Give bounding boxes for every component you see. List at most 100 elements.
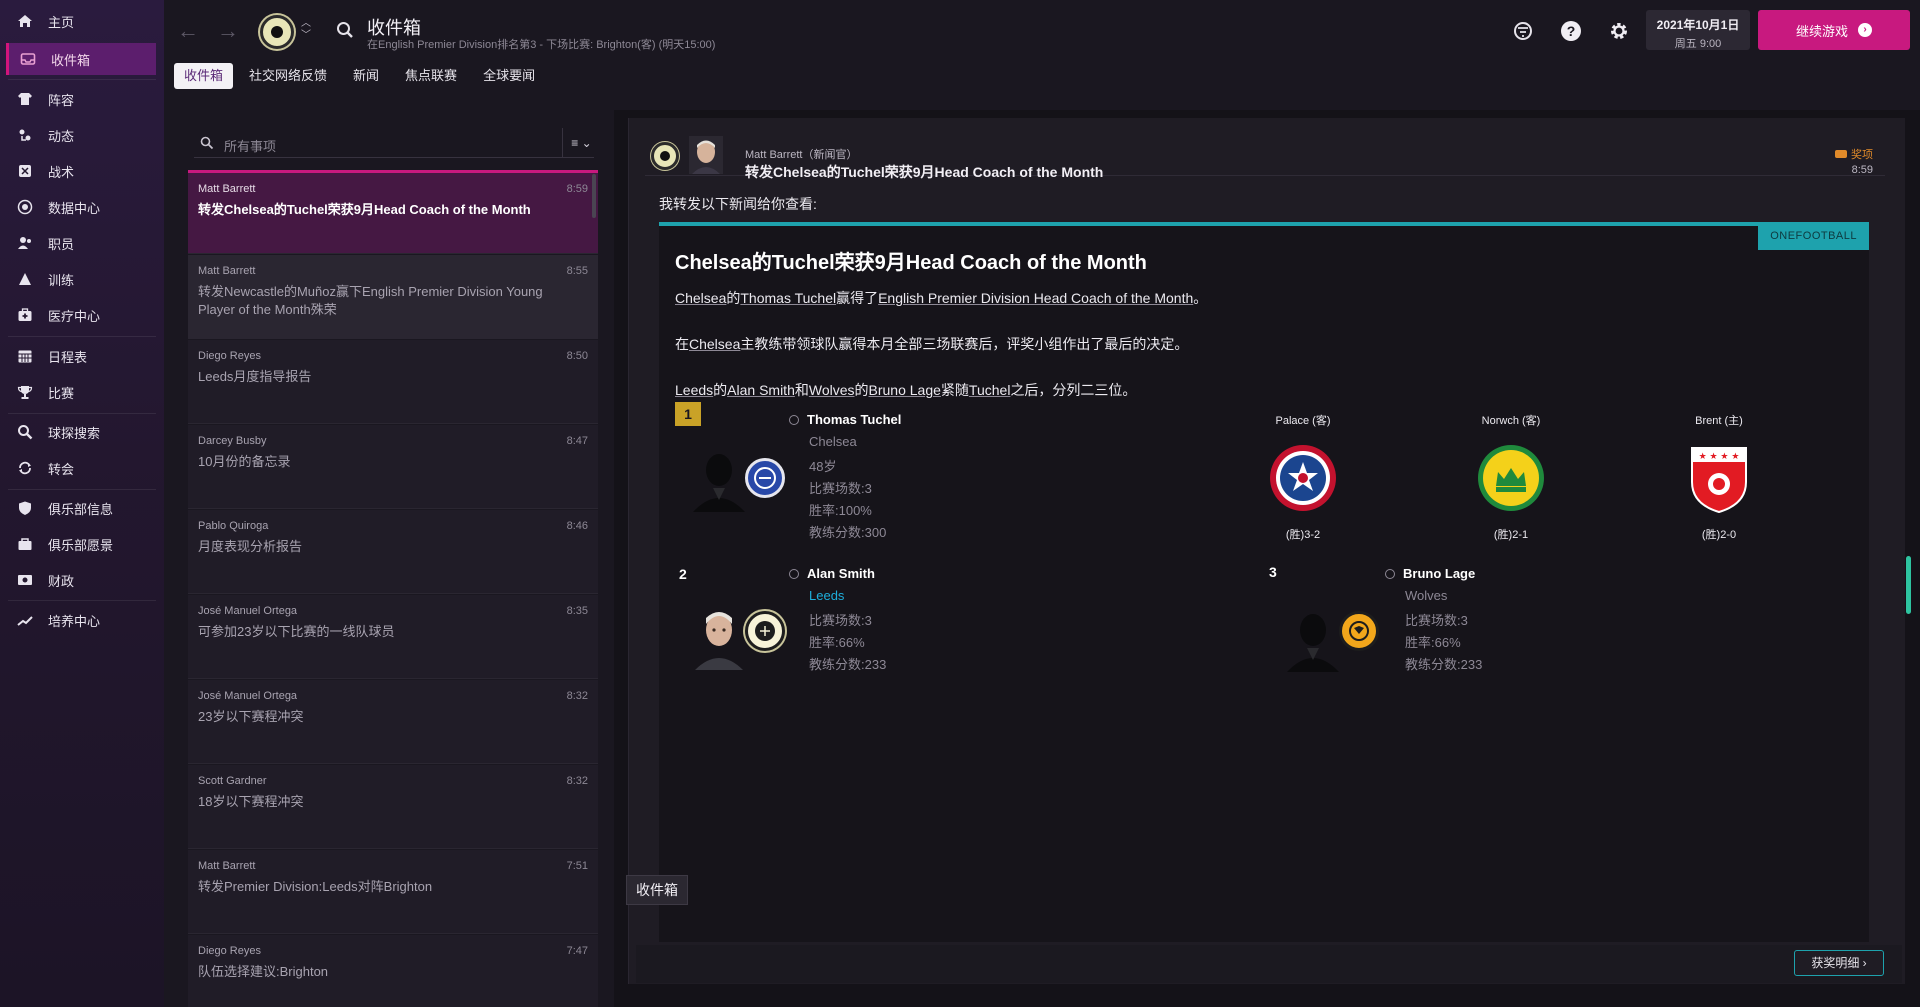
coach-club[interactable]: Chelsea [809,434,857,449]
coach-portrait[interactable] [689,606,749,670]
detail-scrollbar[interactable] [1906,556,1911,614]
sidebar-item-club-vision[interactable]: 俱乐部愿景 [6,528,156,560]
sidebar-item-tactics[interactable]: 战术 [6,155,156,187]
message-subject: 23岁以下赛程冲突 [198,709,304,724]
coach-silhouette[interactable] [689,448,749,512]
article-title: Chelsea的Tuchel荣获9月Head Coach of the Mont… [675,252,1147,274]
coach-club[interactable]: Wolves [1405,588,1447,603]
message-subject: 转发Chelsea的Tuchel荣获9月Head Coach of the Mo… [198,202,531,217]
sidebar-item-calendar[interactable]: 日程表 [6,340,156,372]
sidebar-item-label: 培养中心 [48,613,101,629]
club-crest-icon [651,142,679,170]
coach-name[interactable]: Alan Smith [789,566,875,581]
article-paragraph: Chelsea的Thomas Tuchel赢得了English Premier … [675,290,1208,306]
inbox-message-item[interactable]: Scott Gardner 8:32 18岁以下赛程冲突 [188,765,598,849]
wolves-crest-icon[interactable] [1339,611,1379,651]
inbox-message-item[interactable]: Matt Barrett 8:59 转发Chelsea的Tuchel荣获9月He… [188,170,598,254]
club-link[interactable]: Leeds [675,382,713,398]
back-arrow-icon[interactable]: ← [176,20,200,44]
sidebar-item-scouting[interactable]: 球探搜索 [6,416,156,448]
sidebar-item-inbox[interactable]: 收件箱 [6,43,156,75]
game-date[interactable]: 2021年10月1日 周五 9:00 [1646,10,1750,50]
news-source-badge[interactable]: ONEFOOTBALL [1758,222,1869,250]
chelsea-crest-icon[interactable] [745,458,785,498]
tab-news[interactable]: 新闻 [343,63,389,89]
fixture-item[interactable]: Palace (客) (胜)3-2 [1243,412,1363,542]
filter-menu-button[interactable]: ≡ ⌄ [562,128,600,158]
inbox-message-item[interactable]: Diego Reyes 8:50 Leeds月度指导报告 [188,340,598,424]
sidebar-item-club-info[interactable]: 俱乐部信息 [6,492,156,524]
award-link[interactable]: English Premier Division Head Coach of t… [878,290,1193,306]
fixture-item[interactable]: Brent (主) ★ ★ ★ ★ (胜)2-0 [1659,412,1779,542]
message-from[interactable]: Matt Barrett（新闻官） [745,146,857,162]
tab-world-news[interactable]: 全球要闻 [473,63,545,89]
club-switch-chevron-icon[interactable]: ︿ ﹀ [301,18,311,42]
sidebar-item-label: 数据中心 [48,200,101,216]
settings-gear-icon[interactable] [1606,18,1632,44]
inbox-message-item[interactable]: Matt Barrett 8:55 转发Newcastle的Muñoz赢下Eng… [188,255,598,339]
fm-logo-icon[interactable] [1510,18,1536,44]
training-icon [16,270,34,288]
club-link[interactable]: Chelsea [675,290,726,306]
calendar-icon [16,347,34,365]
inbox-icon [19,50,37,68]
continue-label: 继续游戏 [1795,23,1848,39]
sender-avatar[interactable] [689,136,723,174]
continue-button[interactable]: 继续游戏 › [1758,10,1910,50]
inbox-tooltip: 收件箱 [626,875,688,905]
club-crest-icon[interactable] [260,15,294,49]
sidebar-item-transfers[interactable]: 转会 [6,452,156,484]
person-link[interactable]: Bruno Lage [869,382,941,398]
inbox-message-item[interactable]: José Manuel Ortega 8:32 23岁以下赛程冲突 [188,680,598,764]
message-subject: 可参加23岁以下比赛的一线队球员 [198,624,395,639]
help-icon[interactable]: ? [1558,18,1584,44]
message-time: 8:59 [1851,164,1873,176]
fixture-item[interactable]: Norwch (客) (胜)2-1 [1451,412,1571,542]
coach-name[interactable]: Bruno Lage [1385,566,1475,581]
inbox-message-item[interactable]: Diego Reyes 7:47 队伍选择建议:Brighton [188,935,598,1007]
inbox-search-field[interactable]: 所有事项 [194,128,594,158]
coach-silhouette[interactable] [1283,608,1343,672]
coach-club[interactable]: Leeds [809,588,844,603]
sidebar-item-label: 俱乐部信息 [48,501,114,517]
club-link[interactable]: Wolves [809,382,855,398]
finances-icon [16,571,34,589]
forward-arrow-icon[interactable]: → [216,20,240,44]
sidebar-item-finances[interactable]: 财政 [6,564,156,596]
inbox-message-item[interactable]: Pablo Quiroga 8:46 月度表现分析报告 [188,510,598,594]
sidebar-item-competitions[interactable]: 比赛 [6,376,156,408]
sidebar-item-dynamics[interactable]: 动态 [6,119,156,151]
sidebar-item-squad[interactable]: 阵容 [6,83,156,115]
sidebar-item-home[interactable]: 主页 [6,5,156,37]
tab-social-feedback[interactable]: 社交网络反馈 [239,63,337,89]
squad-icon [16,90,34,108]
coach-winrate: 胜率:66% [809,635,865,650]
coach-points: 教练分数:300 [809,525,887,540]
club-link[interactable]: Chelsea [689,336,740,352]
person-link[interactable]: Tuchel [969,382,1011,398]
inbox-message-item[interactable]: José Manuel Ortega 8:35 可参加23岁以下比赛的一线队球员 [188,595,598,679]
tab-inbox[interactable]: 收件箱 [174,63,234,89]
sidebar-item-label: 财政 [48,573,75,589]
search-icon[interactable] [336,21,354,44]
message-time: 8:32 [566,690,588,702]
person-link[interactable]: Thomas Tuchel [740,290,836,306]
norwich-crest-icon [1476,442,1546,514]
sidebar-item-medical[interactable]: 医疗中心 [6,299,156,331]
sidebar-item-training[interactable]: 训练 [6,263,156,295]
sidebar-item-data-hub[interactable]: 数据中心 [6,191,156,223]
person-link[interactable]: Alan Smith [727,382,795,398]
forward-intro: 我转发以下新闻给你查看: [659,196,817,212]
leeds-crest-icon[interactable] [745,611,785,651]
inbox-scrollbar[interactable] [592,174,596,218]
sidebar-item-development[interactable]: 培养中心 [6,604,156,636]
award-details-button[interactable]: 获奖明细 › [1794,950,1884,976]
inbox-list-pane: 所有事项 ≡ ⌄ Matt Barrett 8:59 转发Chelsea的Tuc… [164,110,614,1007]
message-time: 8:47 [566,435,588,447]
sidebar-item-staff[interactable]: 职员 [6,227,156,259]
message-sender: Scott Gardner [198,775,267,787]
inbox-message-item[interactable]: Matt Barrett 7:51 转发Premier Division:Lee… [188,850,598,934]
inbox-message-item[interactable]: Darcey Busby 8:47 10月份的备忘录 [188,425,598,509]
coach-name[interactable]: Thomas Tuchel [789,412,901,427]
tab-focus-leagues[interactable]: 焦点联赛 [395,63,467,89]
